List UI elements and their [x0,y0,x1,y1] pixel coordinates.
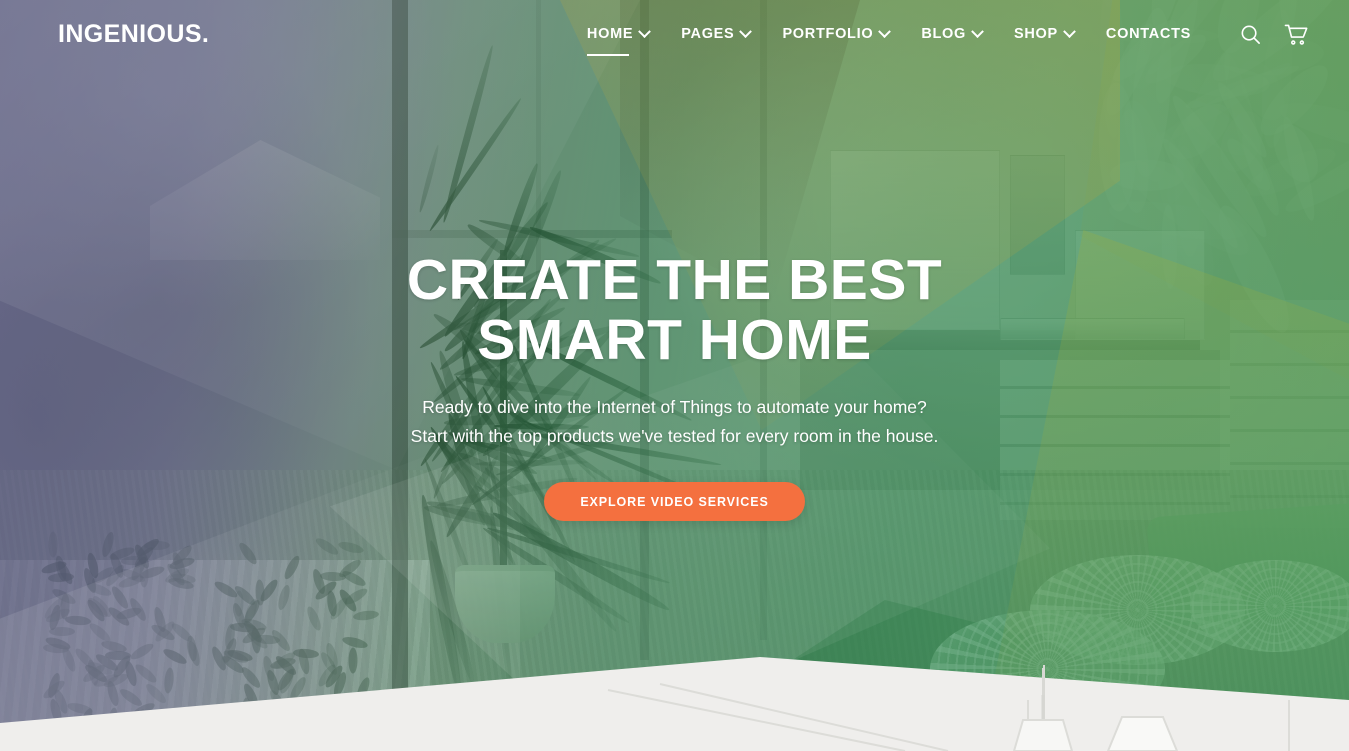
chevron-down-icon [739,24,753,38]
nav-label-home: HOME [586,26,634,42]
nav-item-pages[interactable]: PAGES [665,20,766,48]
nav-item-contacts[interactable]: CONTACTS [1090,20,1207,48]
explore-video-services-button[interactable]: EXPLORE VIDEO SERVICES [544,482,805,522]
nav-label-portfolio: PORTFOLIO [782,26,874,42]
nav-label-contacts: CONTACTS [1105,26,1191,42]
chevron-down-icon [1063,24,1076,38]
nav-label-pages: PAGES [681,26,735,42]
chevron-down-icon [971,24,984,38]
nav-item-portfolio[interactable]: PORTFOLIO [766,20,905,48]
cart-icon[interactable] [1284,23,1309,46]
site-header: INGENIOUS. HOME PAGES PORTFOLIO BLOG SHO… [0,0,1349,68]
header-icons [1239,23,1309,46]
brand-logo[interactable]: INGENIOUS. [58,21,209,47]
nav-item-blog[interactable]: BLOG [905,20,998,48]
hero-background-image [0,0,1349,751]
nav-label-shop: SHOP [1014,26,1058,42]
chevron-down-icon [878,24,892,38]
search-icon[interactable] [1239,23,1262,46]
main-navigation: HOME PAGES PORTFOLIO BLOG SHOP CONTACTS [571,20,1309,56]
nav-item-shop[interactable]: SHOP [998,20,1090,48]
nav-label-blog: BLOG [921,26,967,42]
page-root: INGENIOUS. HOME PAGES PORTFOLIO BLOG SHO… [0,0,1349,751]
nav-item-home[interactable]: HOME [571,20,665,56]
chevron-down-icon [638,24,652,38]
